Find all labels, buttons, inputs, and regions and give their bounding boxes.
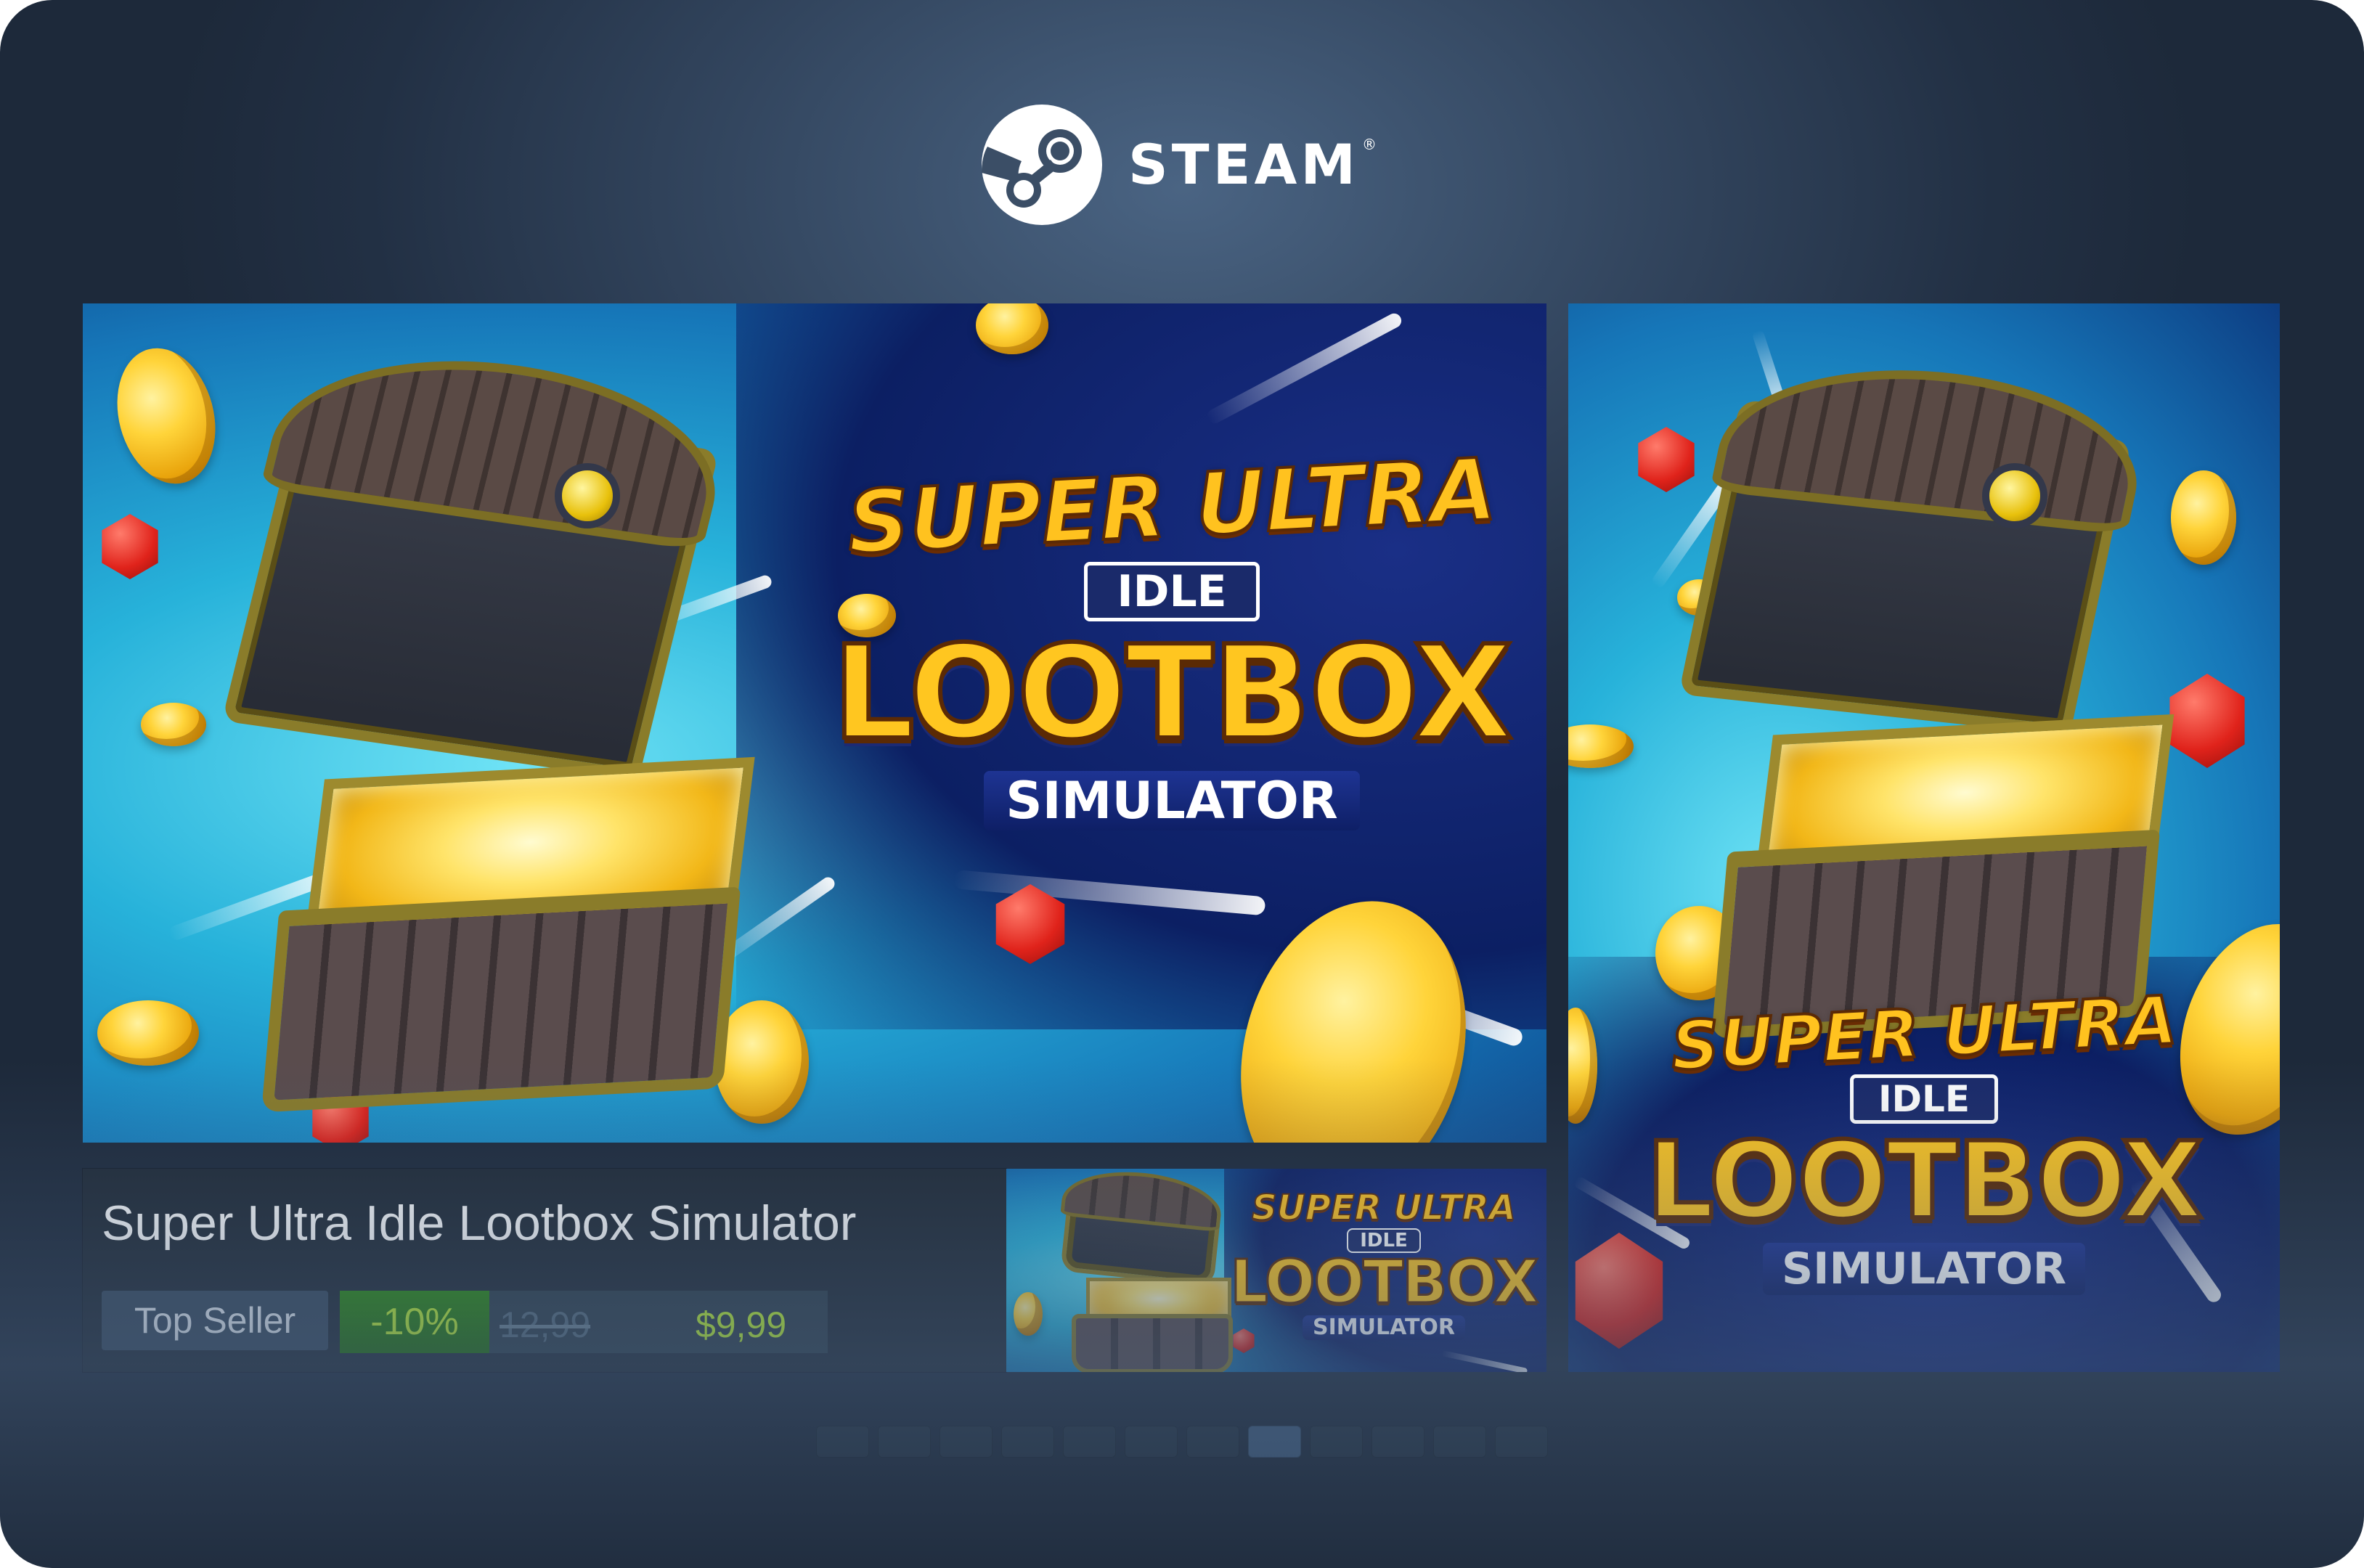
carousel-dot[interactable] (1001, 1426, 1054, 1458)
game-title[interactable]: Super Ultra Idle Lootbox Simulator (102, 1195, 856, 1251)
main-capsule-image[interactable]: SUPER ULTRA IDLE LOOTBOX SIMULATOR (83, 303, 1546, 1143)
carousel-dot[interactable] (940, 1426, 993, 1458)
game-logo-vertical: SUPER ULTRA IDLE LOOTBOX SIMULATOR (1644, 980, 2205, 1295)
carousel-dot[interactable] (816, 1426, 869, 1458)
treasure-chest-art (213, 334, 765, 1113)
carousel-dot[interactable] (1310, 1426, 1363, 1458)
game-logo: SUPER ULTRA IDLE LOOTBOX SIMULATOR (830, 438, 1515, 830)
treasure-chest-art (1050, 1169, 1253, 1372)
game-info-panel[interactable]: Super Ultra Idle Lootbox Simulator Top S… (83, 1169, 1006, 1372)
carousel-dot[interactable] (878, 1426, 931, 1458)
top-seller-badge: Top Seller (102, 1291, 328, 1350)
discount-percent: -10% (340, 1291, 489, 1353)
carousel-dot[interactable] (1495, 1426, 1548, 1458)
vertical-capsule-image[interactable]: SUPER ULTRA IDLE LOOTBOX SIMULATOR (1568, 303, 2280, 1372)
treasure-chest-art (1677, 351, 2200, 1040)
price-block: -10% 12,99 $9,99 (340, 1291, 828, 1353)
game-logo-small: SUPER ULTRA IDLE LOOTBOX SIMULATOR (1229, 1188, 1540, 1340)
final-price: $9,99 (696, 1304, 787, 1345)
carousel-dot[interactable] (1063, 1426, 1116, 1458)
carousel-pagination (816, 1426, 1548, 1458)
carousel-dot[interactable] (1371, 1426, 1424, 1458)
steam-store-card: STEAM ® SUPER ULTRA IDLE LOOTBOX SIMULAT… (0, 0, 2364, 1568)
steam-wordmark: STEAM ® (1128, 132, 1380, 197)
steam-icon (982, 105, 1102, 225)
small-header-capsule[interactable]: SUPER ULTRA IDLE LOOTBOX SIMULATOR (1006, 1169, 1546, 1372)
steam-logo[interactable]: STEAM ® (982, 103, 1380, 226)
original-price: 12,99 (500, 1304, 591, 1345)
carousel-dot[interactable] (1248, 1426, 1301, 1458)
carousel-dot[interactable] (1125, 1426, 1178, 1458)
carousel-dot[interactable] (1186, 1426, 1239, 1458)
carousel-dot[interactable] (1433, 1426, 1486, 1458)
